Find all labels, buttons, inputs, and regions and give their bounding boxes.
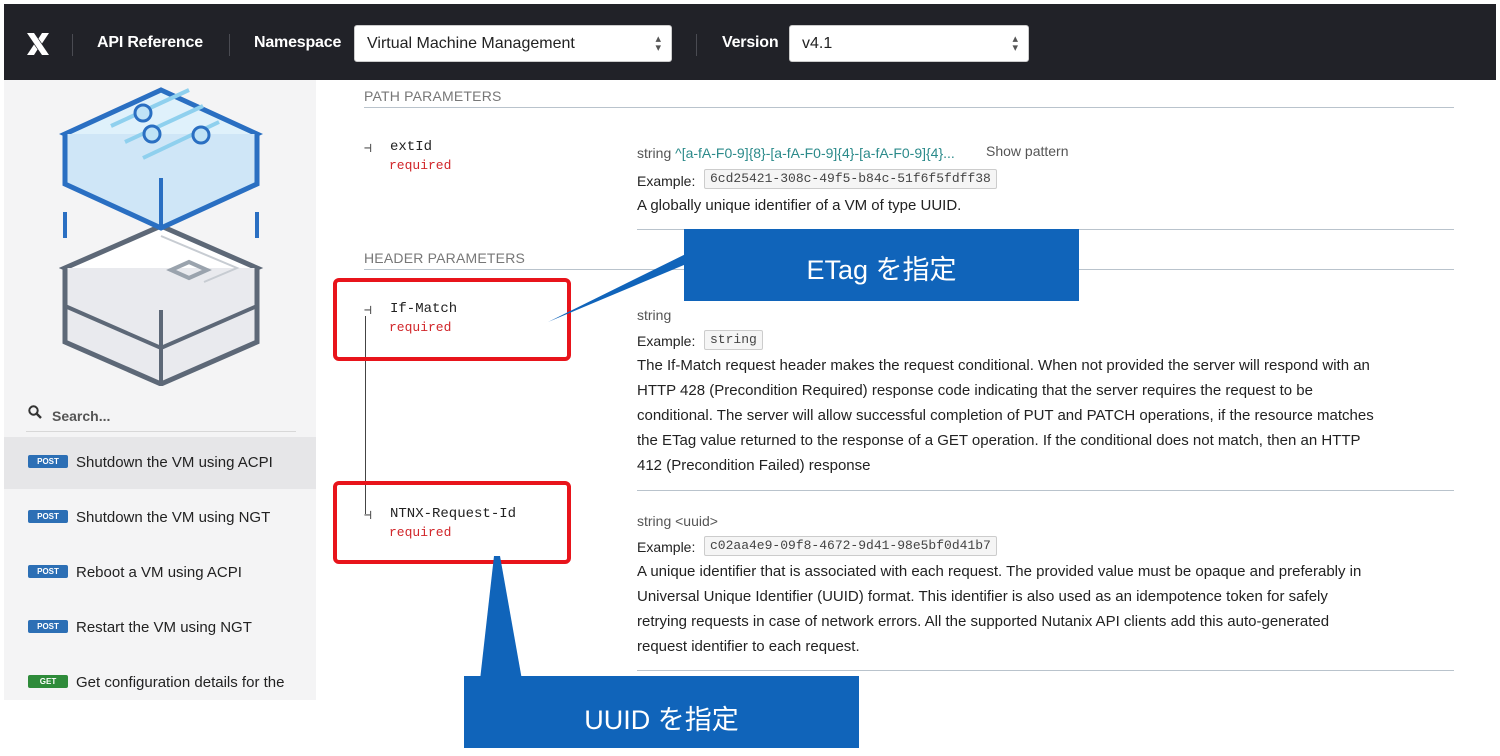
etag-callout: ETag を指定 (684, 229, 1079, 301)
callout-text: UUID を指定 (584, 705, 739, 735)
uuid-callout: UUID を指定 (464, 676, 859, 748)
callout-text: ETag を指定 (806, 255, 957, 285)
callout-pointers (480, 244, 734, 680)
